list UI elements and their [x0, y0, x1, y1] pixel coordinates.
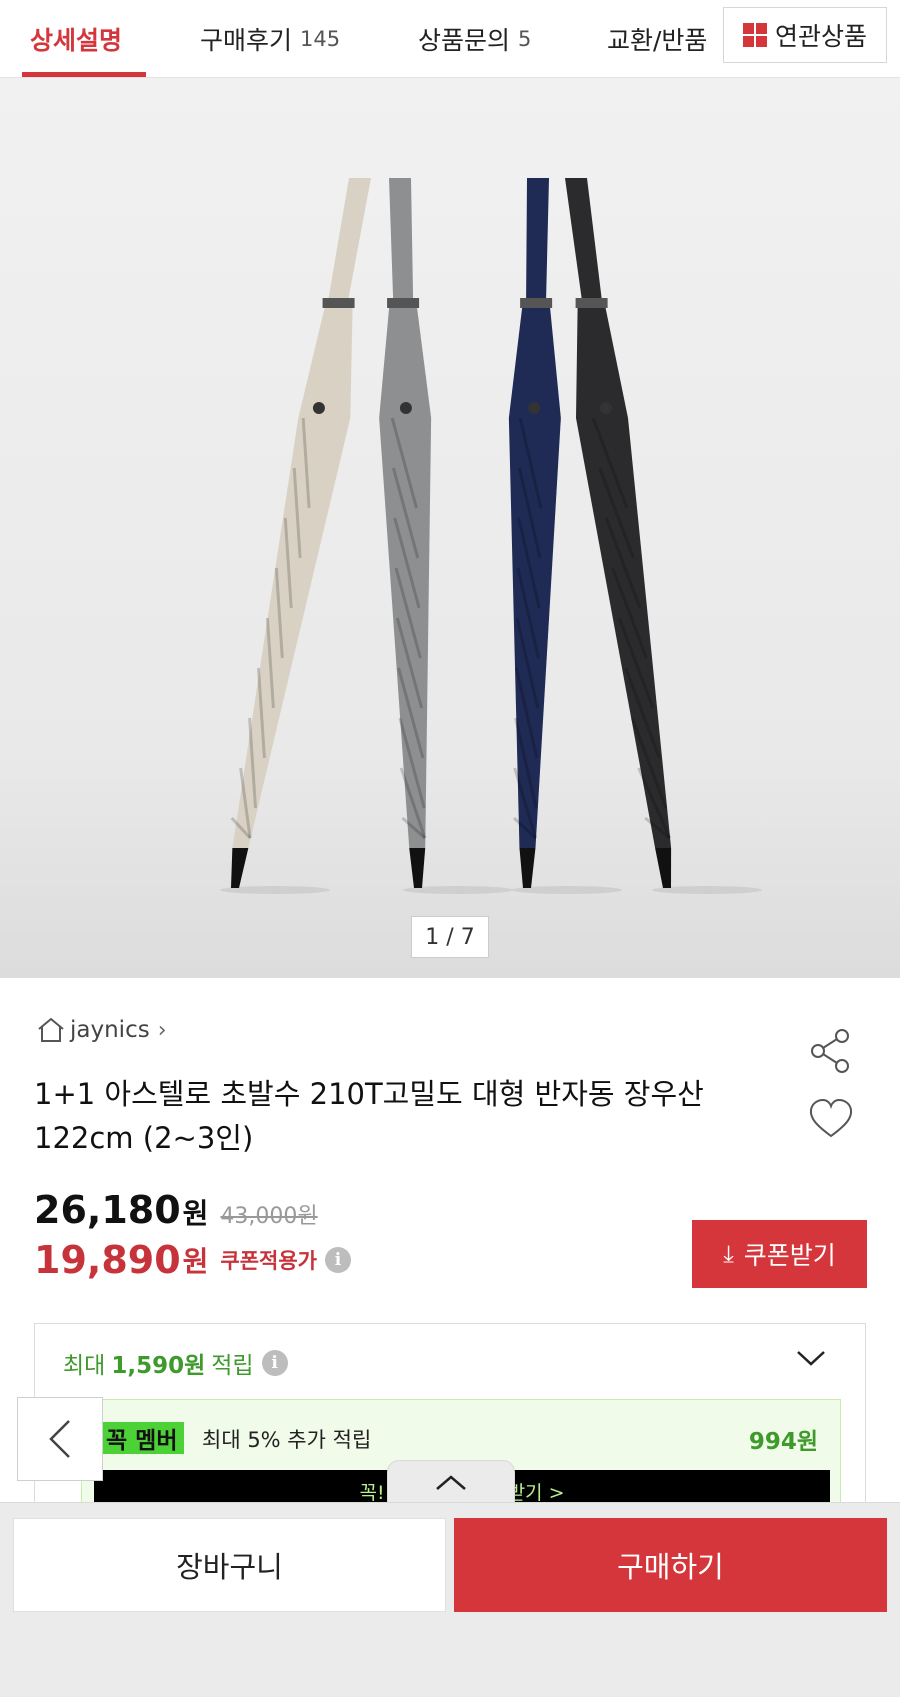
share-icon[interactable]	[808, 1028, 854, 1074]
buy-label: 구매하기	[617, 1550, 724, 1584]
price-row: 26,180 원 43,000원	[34, 1188, 318, 1232]
shop-name: jaynics	[70, 1017, 150, 1043]
tab-details[interactable]: 상세설명	[30, 0, 122, 78]
tab-count: 145	[300, 27, 341, 51]
sale-price: 26,180	[34, 1188, 181, 1232]
grid-icon	[742, 23, 767, 47]
tab-label: 상품문의	[418, 26, 511, 55]
sale-price-unit: 원	[182, 1197, 209, 1230]
umbrella-gray	[379, 178, 432, 888]
chevron-left-icon	[49, 1420, 70, 1458]
shop-link[interactable]: jaynics ›	[36, 1016, 167, 1044]
chevron-right-icon: ›	[157, 1017, 167, 1043]
reward-amount: 1,590원	[111, 1353, 206, 1379]
get-coupon-button[interactable]: ⤓ 쿠폰받기	[692, 1220, 867, 1288]
tab-bar: 상세설명 구매후기 145 상품문의 5 교환/반품 연관상품	[0, 0, 900, 78]
drawer-handle[interactable]	[387, 1460, 515, 1504]
buy-now-button[interactable]: 구매하기	[454, 1518, 887, 1612]
umbrella-black	[565, 178, 672, 888]
umbrella-navy	[508, 178, 561, 888]
tab-count: 5	[518, 27, 532, 51]
back-button[interactable]	[17, 1397, 103, 1481]
cart-label: 장바구니	[176, 1550, 283, 1584]
chevron-down-icon[interactable]	[795, 1348, 827, 1368]
related-products-label: 연관상품	[774, 22, 867, 51]
download-icon: ⤓	[723, 1240, 734, 1268]
home-icon	[38, 1017, 64, 1042]
coupon-price-label: 쿠폰적용가	[220, 1249, 318, 1273]
product-info: jaynics › 1+1 아스텔로 초발수 210T고밀도 대형 반자동 장우…	[0, 978, 900, 1523]
tab-label: 교환/반품	[607, 26, 708, 55]
heart-icon[interactable]	[808, 1098, 854, 1140]
bottom-action-bar: 장바구니 구매하기	[0, 1502, 900, 1697]
get-coupon-label: 쿠폰받기	[743, 1241, 836, 1270]
product-image-gallery[interactable]: 1 / 7	[0, 78, 900, 978]
coupon-price-row: 19,890 원 쿠폰적용가 i	[34, 1238, 352, 1282]
member-badge: 꼭 멤버	[100, 1422, 184, 1454]
gallery-page-text: 1 / 7	[425, 924, 475, 950]
member-benefit-amount: 994원	[748, 1429, 818, 1455]
gallery-page-indicator: 1 / 7	[411, 916, 489, 958]
info-icon[interactable]: i	[325, 1247, 352, 1273]
tab-active-indicator	[22, 72, 146, 77]
tab-inquiries[interactable]: 상품문의 5	[418, 0, 531, 78]
info-icon[interactable]: i	[261, 1350, 288, 1376]
product-photo	[220, 178, 762, 894]
reward-suffix: 적립	[211, 1353, 254, 1379]
product-title: 1+1 아스텔로 초발수 210T고밀도 대형 반자동 장우산 122cm (2…	[34, 1077, 704, 1155]
tab-label: 상세설명	[30, 26, 123, 55]
member-benefit-text: 최대 5% 추가 적립	[202, 1428, 372, 1452]
umbrella-beige	[230, 178, 371, 888]
reward-prefix: 최대	[63, 1353, 106, 1379]
original-price: 43,000원	[220, 1204, 318, 1229]
coupon-price-unit: 원	[182, 1245, 209, 1278]
chevron-up-icon	[436, 1474, 466, 1490]
tab-exchange-return[interactable]: 교환/반품	[607, 0, 722, 78]
tab-label: 구매후기	[200, 26, 293, 55]
tab-reviews[interactable]: 구매후기 145	[200, 0, 340, 78]
add-to-cart-button[interactable]: 장바구니	[13, 1518, 446, 1612]
reward-summary: 최대 1,590원 적립 i	[63, 1346, 288, 1380]
related-products-button[interactable]: 연관상품	[723, 7, 887, 63]
coupon-price: 19,890	[34, 1238, 181, 1282]
